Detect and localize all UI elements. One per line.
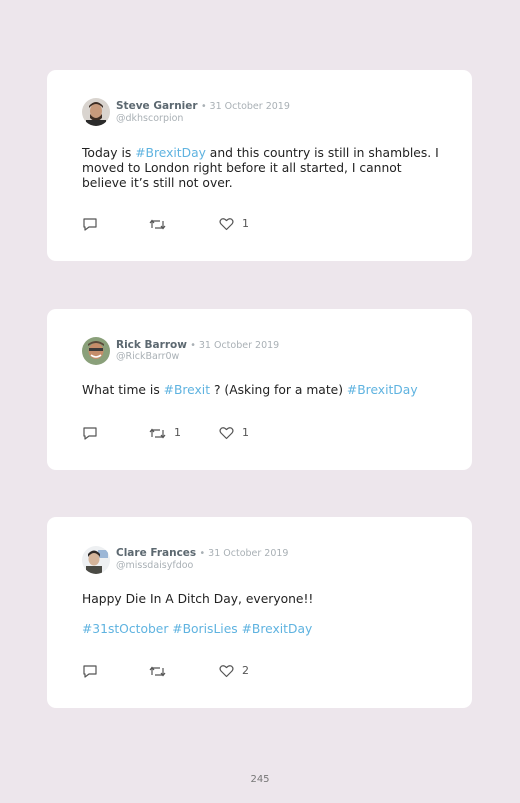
avatar[interactable]: [82, 337, 110, 365]
tweet-text: Today is #BrexitDay and this country is …: [82, 146, 442, 191]
tweet-header: Clare Frances • 31 October 2019: [116, 547, 288, 559]
display-name[interactable]: Rick Barrow: [116, 339, 187, 351]
tweet-date: • 31 October 2019: [190, 340, 280, 351]
retweet-icon[interactable]: [149, 217, 166, 233]
tweet-card: Steve Garnier • 31 October 2019 @dkhscor…: [47, 70, 472, 261]
user-handle[interactable]: @dkhscorpion: [116, 113, 183, 124]
tweet-header: Steve Garnier • 31 October 2019: [116, 100, 290, 112]
reply-icon[interactable]: [82, 664, 98, 680]
tweet-text: Happy Die In A Ditch Day, everyone!!: [82, 592, 314, 606]
like-icon[interactable]: [219, 426, 234, 442]
hashtag-line[interactable]: #31stOctober #BorisLies #BrexitDay: [82, 622, 442, 637]
like-icon[interactable]: [219, 664, 234, 680]
tweet-date: • 31 October 2019: [200, 101, 290, 112]
tweet-card: Clare Frances • 31 October 2019 @missdai…: [47, 517, 472, 708]
tweet-text: What time is #Brexit ? (Asking for a mat…: [82, 383, 442, 398]
tweet-text-segment: What time is: [82, 383, 164, 397]
reply-icon[interactable]: [82, 426, 98, 442]
retweet-icon[interactable]: [149, 426, 166, 442]
avatar[interactable]: [82, 98, 110, 126]
tweet-actions: 1: [82, 217, 332, 233]
avatar[interactable]: [82, 546, 110, 574]
display-name[interactable]: Steve Garnier: [116, 100, 198, 112]
tweet-text-segment: Today is: [82, 146, 136, 160]
tweet-text-segment: ? (Asking for a mate): [210, 383, 347, 397]
hashtag-link[interactable]: #Brexit: [164, 383, 210, 397]
reply-icon[interactable]: [82, 217, 98, 233]
like-count: 1: [242, 426, 249, 439]
retweet-count: 1: [174, 426, 181, 439]
like-count: 1: [242, 217, 249, 230]
hashtag-link[interactable]: #BrexitDay: [135, 146, 206, 160]
page-number: 245: [250, 774, 270, 785]
tweet-header: Rick Barrow • 31 October 2019: [116, 339, 279, 351]
hashtag-link[interactable]: #BrexitDay: [347, 383, 418, 397]
tweet-actions: 2: [82, 664, 332, 680]
user-handle[interactable]: @RickBarr0w: [116, 351, 179, 362]
tweet-card: Rick Barrow • 31 October 2019 @RickBarr0…: [47, 309, 472, 470]
user-handle[interactable]: @missdaisyfdoo: [116, 560, 193, 571]
tweet-actions: 1 1: [82, 426, 332, 442]
like-icon[interactable]: [219, 217, 234, 233]
retweet-icon[interactable]: [149, 664, 166, 680]
display-name[interactable]: Clare Frances: [116, 547, 196, 559]
like-count: 2: [242, 664, 249, 677]
tweet-date: • 31 October 2019: [199, 548, 289, 559]
